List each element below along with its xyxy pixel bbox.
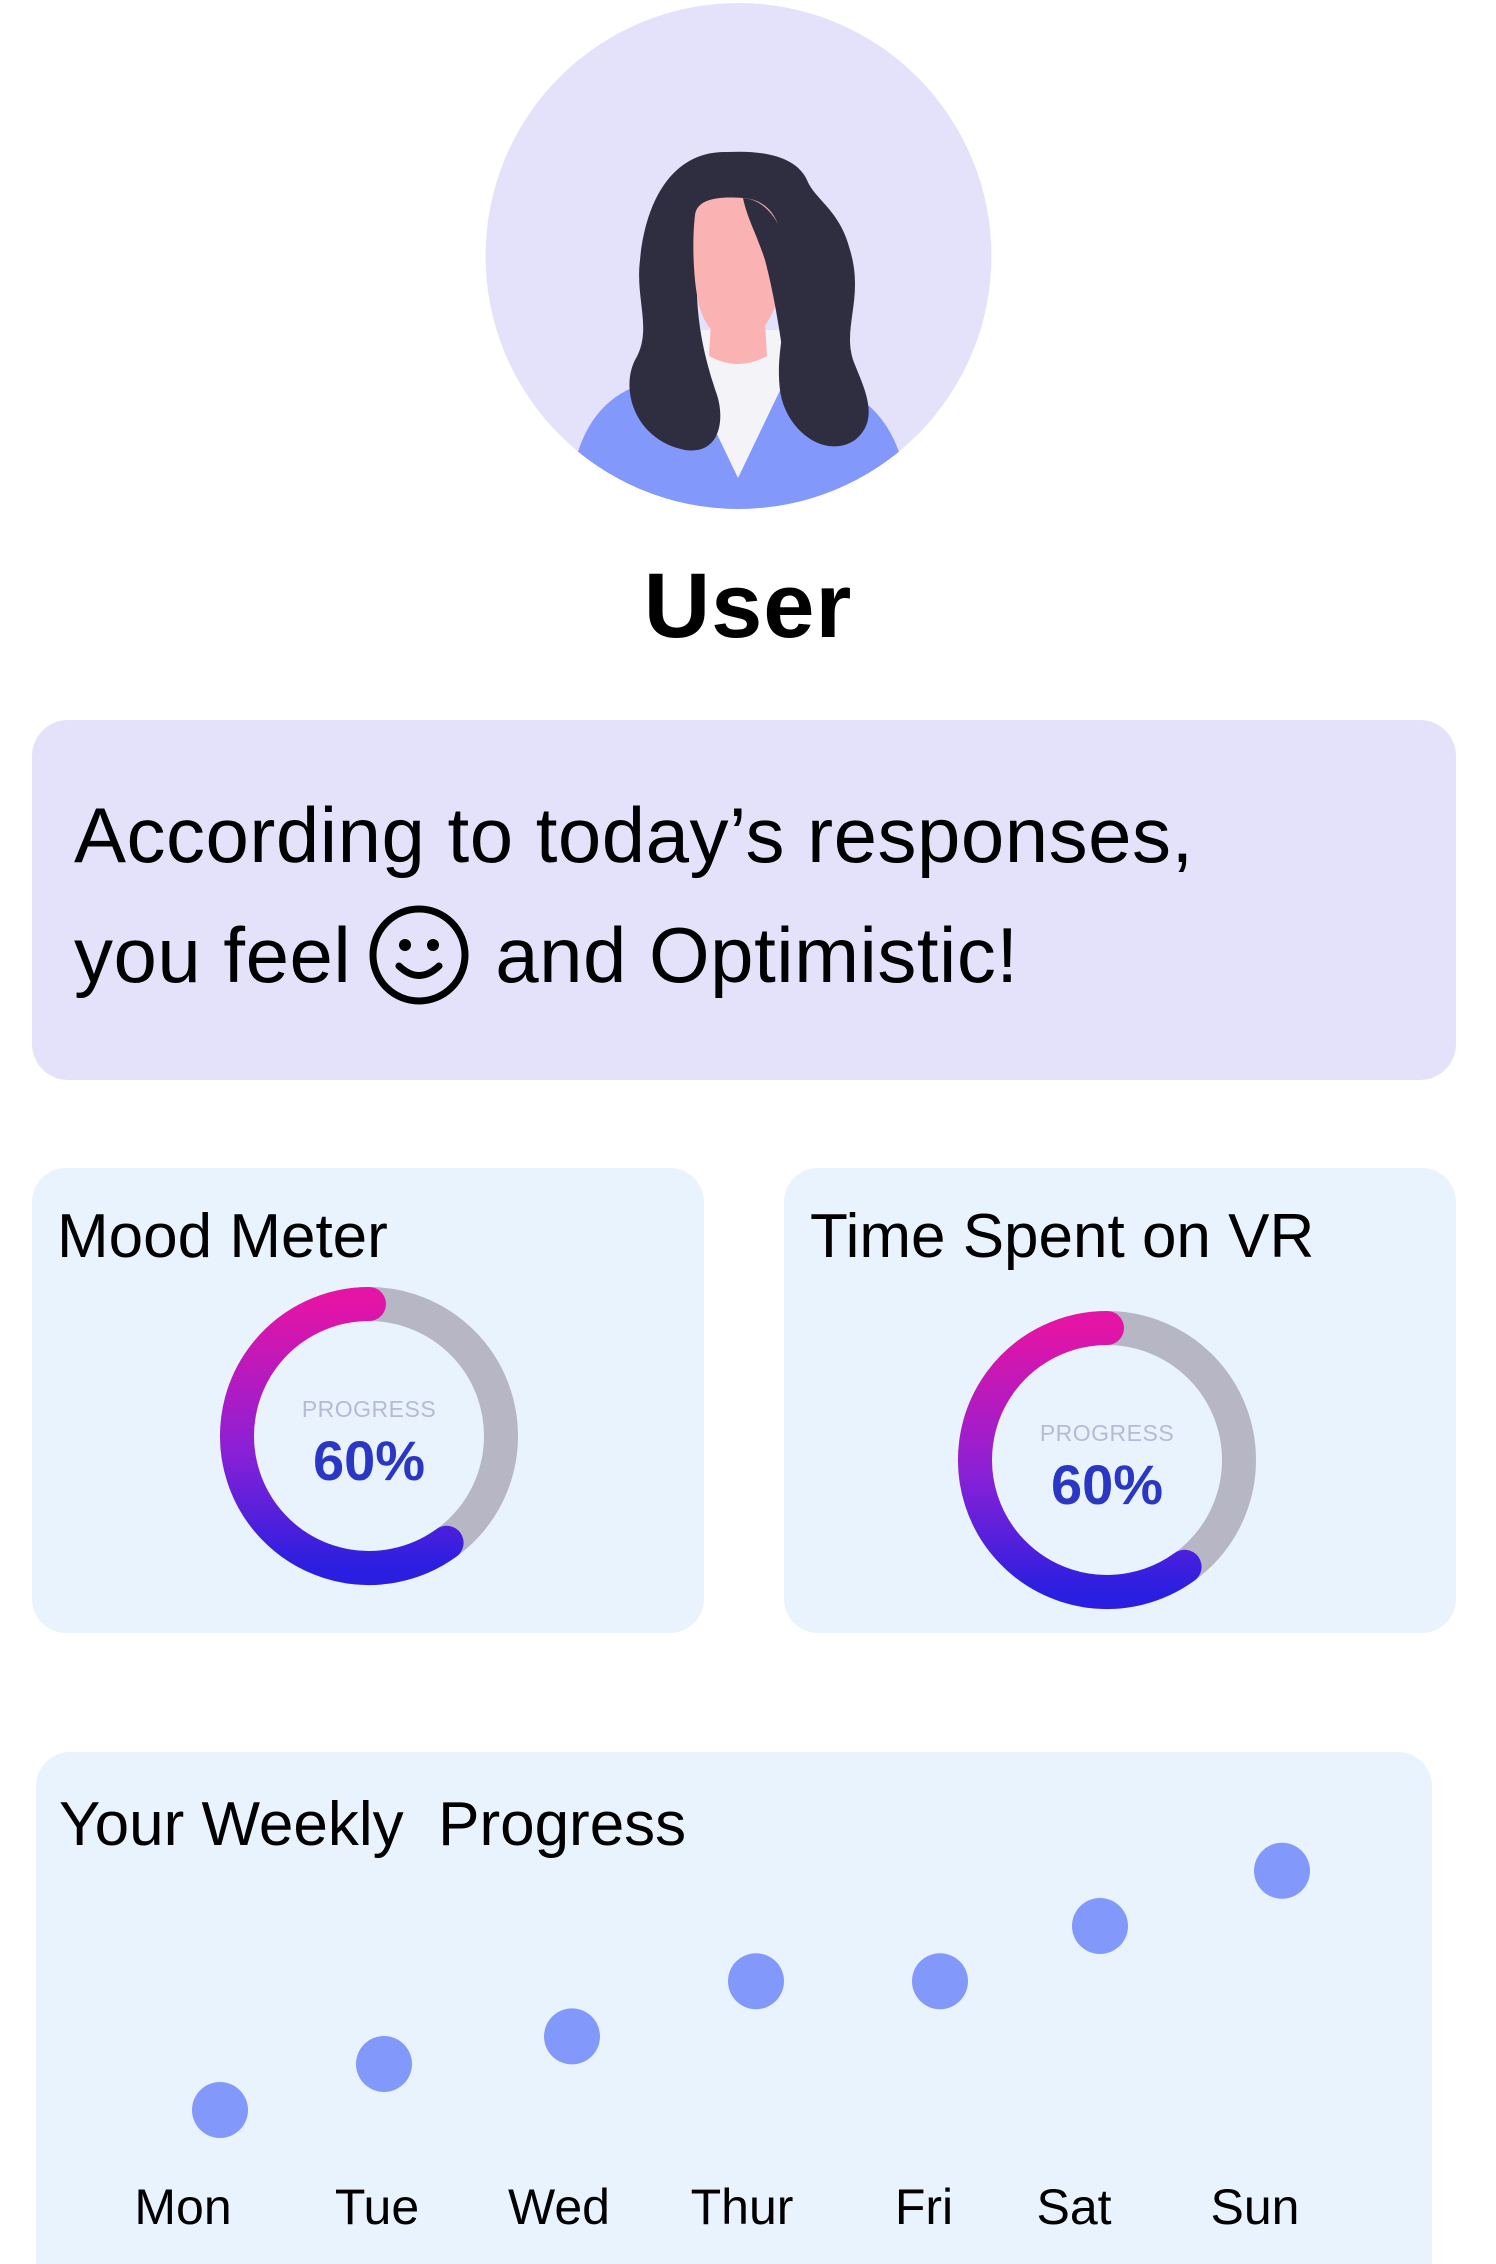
weekly-point-mon	[192, 2082, 248, 2138]
weekly-progress-card: Your Weekly Progress Mon Tue Wed Thur Fri Sat…	[36, 1752, 1432, 2264]
mood-summary-suffix: and Optimistic!	[495, 911, 1019, 999]
vr-time-card: Time Spent on VR PROGRESS 60%	[784, 1168, 1456, 1633]
weekly-progress-title: Your Weekly Progress	[59, 1790, 687, 1859]
smiley-face-icon	[367, 903, 471, 1007]
vr-time-gauge: PROGRESS 60%	[957, 1310, 1257, 1610]
mood-summary-prefix: you feel	[74, 911, 352, 999]
user-avatar	[485, 0, 992, 512]
mood-meter-card: Mood Meter PROGRESS 60%	[32, 1168, 704, 1633]
gauge-progress-label: PROGRESS	[301, 1396, 437, 1422]
gauge-progress-value: 60%	[1050, 1453, 1164, 1516]
day-label-fri: Fri	[894, 2179, 954, 2235]
day-label-sun: Sun	[1210, 2179, 1300, 2235]
weekly-point-sun	[1254, 1842, 1310, 1899]
gauge-progress-value: 60%	[312, 1429, 426, 1492]
mood-summary-card: According to today’s responses, you feel…	[32, 720, 1456, 1080]
weekly-point-wed	[544, 2008, 600, 2065]
day-label-thur: Thur	[690, 2179, 794, 2235]
user-name: User	[643, 555, 853, 657]
mood-meter-gauge: PROGRESS 60%	[219, 1286, 519, 1586]
day-label-mon: Mon	[134, 2179, 232, 2235]
mood-summary-line-2: you feel and Optimistic!	[74, 895, 1456, 1015]
day-label-wed: Wed	[508, 2179, 610, 2235]
vr-time-title: Time Spent on VR	[810, 1202, 1315, 1271]
day-label-sat: Sat	[1036, 2179, 1112, 2235]
weekly-point-fri	[912, 1953, 968, 2010]
weekly-point-thur	[728, 1953, 784, 2010]
weekly-point-sat	[1072, 1898, 1128, 1954]
weekly-point-tue	[356, 2036, 412, 2092]
mood-meter-title: Mood Meter	[57, 1202, 388, 1271]
mood-summary-line-1: According to today’s responses,	[74, 791, 1194, 879]
gauge-progress-label: PROGRESS	[1039, 1420, 1175, 1446]
day-label-tue: Tue	[334, 2179, 420, 2235]
